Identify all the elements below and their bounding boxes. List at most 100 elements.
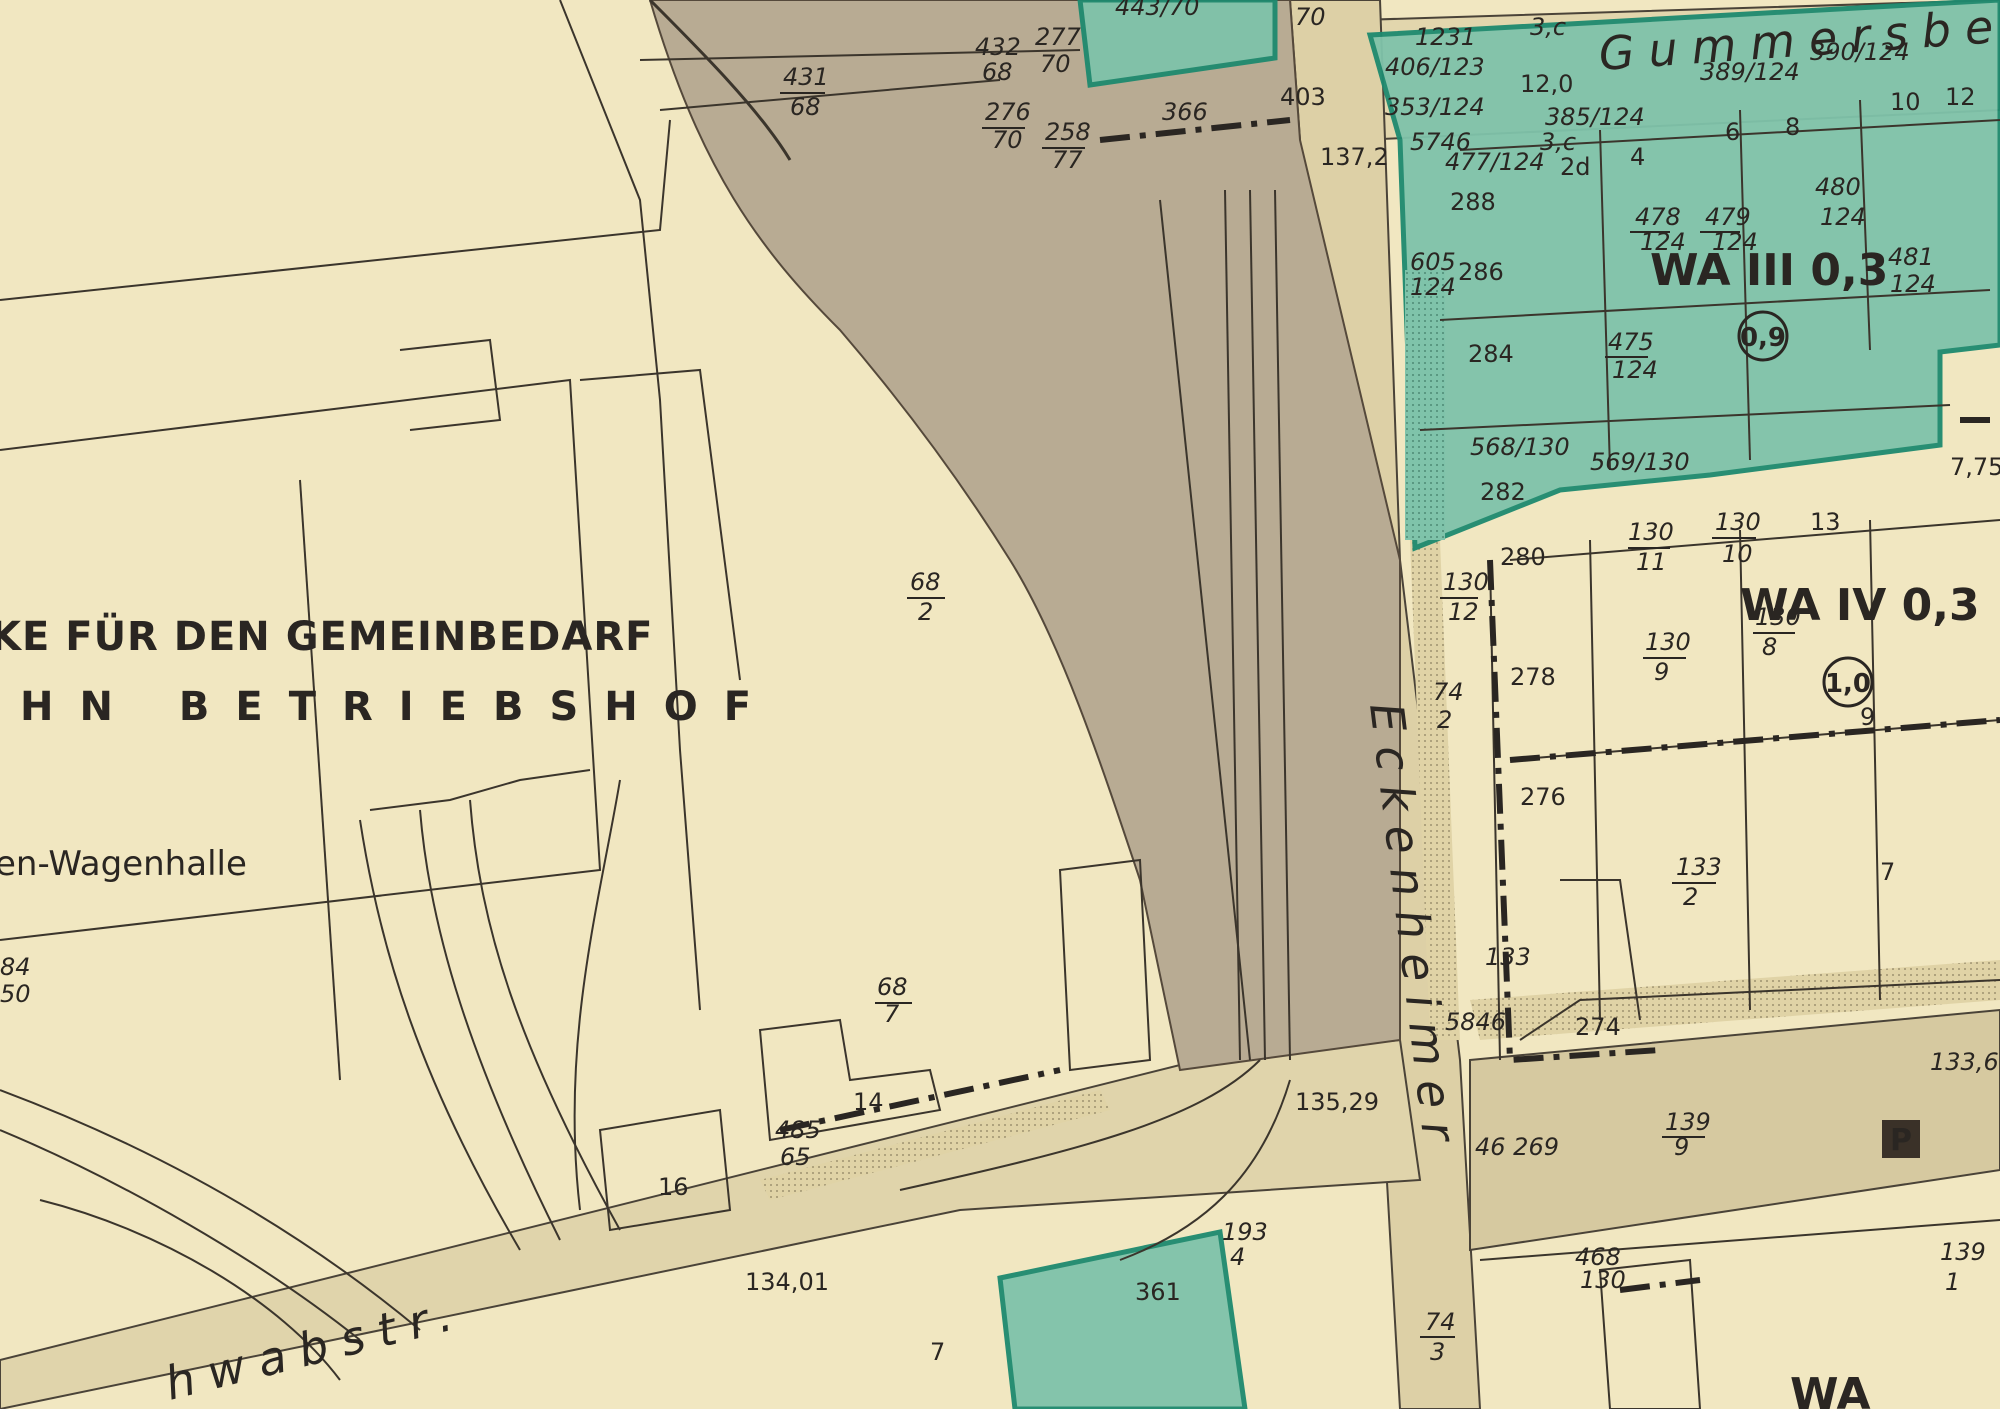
svg-text:361: 361: [1135, 1278, 1181, 1306]
svg-text:385/124: 385/124: [1545, 103, 1645, 131]
svg-text:124: 124: [1820, 203, 1866, 231]
svg-text:569/130: 569/130: [1590, 448, 1690, 476]
svg-text:12: 12: [1448, 598, 1479, 626]
svg-text:14: 14: [853, 1088, 884, 1116]
svg-text:130: 130: [1580, 1266, 1626, 1294]
svg-text:3: 3: [1430, 1338, 1445, 1366]
svg-text:479: 479: [1705, 203, 1751, 231]
svg-text:8: 8: [1785, 113, 1800, 141]
svg-text:481: 481: [1888, 243, 1934, 271]
svg-text:70: 70: [1295, 3, 1326, 31]
svg-text:568/130: 568/130: [1470, 433, 1570, 461]
svg-text:84: 84: [0, 953, 31, 981]
svg-text:605: 605: [1410, 248, 1456, 276]
svg-text:130: 130: [1715, 508, 1761, 536]
svg-text:70: 70: [992, 126, 1023, 154]
svg-text:480: 480: [1815, 173, 1861, 201]
svg-text:65: 65: [780, 1143, 811, 1171]
svg-text:431: 431: [783, 63, 829, 91]
svg-text:3,c: 3,c: [1540, 128, 1576, 156]
svg-text:77: 77: [1052, 146, 1083, 174]
svg-text:286: 286: [1458, 258, 1504, 286]
svg-text:68: 68: [790, 93, 821, 121]
svg-text:7: 7: [884, 1000, 900, 1028]
svg-text:7,75: 7,75: [1950, 453, 2000, 481]
svg-text:124: 124: [1612, 356, 1658, 384]
svg-text:432: 432: [975, 33, 1021, 61]
svg-text:277: 277: [1035, 23, 1082, 51]
land-use-map: P KE FÜR DEN GEMEINBEDARF HN BETRIEBSHOF…: [0, 0, 2000, 1409]
svg-text:403: 403: [1280, 83, 1326, 111]
svg-text:68: 68: [877, 973, 908, 1001]
hall-label: en-Wagenhalle: [0, 844, 247, 884]
svg-text:276: 276: [1520, 783, 1566, 811]
svg-text:278: 278: [1510, 663, 1556, 691]
svg-text:124: 124: [1890, 270, 1936, 298]
svg-text:389/124: 389/124: [1700, 58, 1800, 86]
svg-text:135,29: 135,29: [1295, 1088, 1379, 1116]
svg-text:406/123: 406/123: [1385, 53, 1485, 81]
svg-text:3,c: 3,c: [1530, 13, 1566, 41]
svg-text:1231: 1231: [1415, 23, 1476, 51]
svg-text:130: 130: [1443, 568, 1489, 596]
parking-sign: P: [1882, 1120, 1920, 1158]
svg-text:124: 124: [1410, 273, 1456, 301]
svg-text:6: 6: [1725, 118, 1740, 146]
svg-text:280: 280: [1500, 543, 1546, 571]
svg-text:133,6: 133,6: [1930, 1048, 1999, 1076]
svg-text:74: 74: [1425, 1308, 1456, 1336]
svg-text:1: 1: [1945, 1268, 1960, 1296]
svg-text:130: 130: [1628, 518, 1674, 546]
svg-text:130: 130: [1645, 628, 1691, 656]
svg-text:485: 485: [775, 1116, 821, 1144]
svg-text:478: 478: [1635, 203, 1681, 231]
svg-text:475: 475: [1608, 328, 1654, 356]
svg-text:68: 68: [910, 568, 941, 596]
svg-text:9: 9: [1654, 658, 1669, 686]
svg-text:46 269: 46 269: [1475, 1133, 1559, 1161]
svg-text:P: P: [1890, 1123, 1912, 1158]
svg-text:4: 4: [1630, 143, 1645, 171]
title-line-2: HN BETRIEBSHOF: [20, 684, 777, 730]
svg-text:8: 8: [1762, 633, 1777, 661]
svg-text:193: 193: [1222, 1218, 1268, 1246]
svg-text:258: 258: [1045, 118, 1091, 146]
svg-text:7: 7: [930, 1338, 945, 1366]
svg-text:2d: 2d: [1560, 153, 1591, 181]
svg-text:12: 12: [1945, 83, 1976, 111]
svg-text:5846: 5846: [1445, 1008, 1506, 1036]
svg-text:2: 2: [918, 598, 933, 626]
svg-text:4: 4: [1230, 1243, 1245, 1271]
svg-text:68: 68: [982, 58, 1013, 86]
svg-text:366: 366: [1162, 98, 1208, 126]
svg-text:133: 133: [1485, 943, 1531, 971]
title-line-1: KE FÜR DEN GEMEINBEDARF: [0, 612, 653, 660]
svg-text:288: 288: [1450, 188, 1496, 216]
svg-text:137,2: 137,2: [1320, 143, 1389, 171]
svg-text:74: 74: [1433, 678, 1464, 706]
svg-text:134,01: 134,01: [745, 1268, 829, 1296]
svg-text:9: 9: [1860, 703, 1875, 731]
svg-text:50: 50: [0, 980, 31, 1008]
gfz-label-10: 1,0: [1825, 669, 1871, 699]
svg-text:139: 139: [1665, 1108, 1711, 1136]
svg-text:70: 70: [1040, 50, 1071, 78]
svg-text:130: 130: [1755, 603, 1801, 631]
svg-text:274: 274: [1575, 1013, 1621, 1041]
svg-text:353/124: 353/124: [1385, 93, 1485, 121]
svg-text:133: 133: [1676, 853, 1722, 881]
gfz-label-09: 0,9: [1740, 323, 1786, 353]
svg-text:139: 139: [1940, 1238, 1986, 1266]
svg-text:276: 276: [985, 98, 1031, 126]
svg-text:284: 284: [1468, 340, 1514, 368]
svg-text:11: 11: [1636, 548, 1667, 576]
svg-text:2: 2: [1683, 883, 1698, 911]
zone-label-wa-bottom: WA: [1790, 1369, 1871, 1409]
svg-text:390/124: 390/124: [1810, 38, 1910, 66]
svg-text:10: 10: [1722, 540, 1753, 568]
svg-text:443/70: 443/70: [1115, 0, 1199, 21]
svg-text:13: 13: [1810, 508, 1841, 536]
svg-text:16: 16: [658, 1173, 689, 1201]
svg-text:282: 282: [1480, 478, 1526, 506]
svg-text:2: 2: [1437, 706, 1452, 734]
